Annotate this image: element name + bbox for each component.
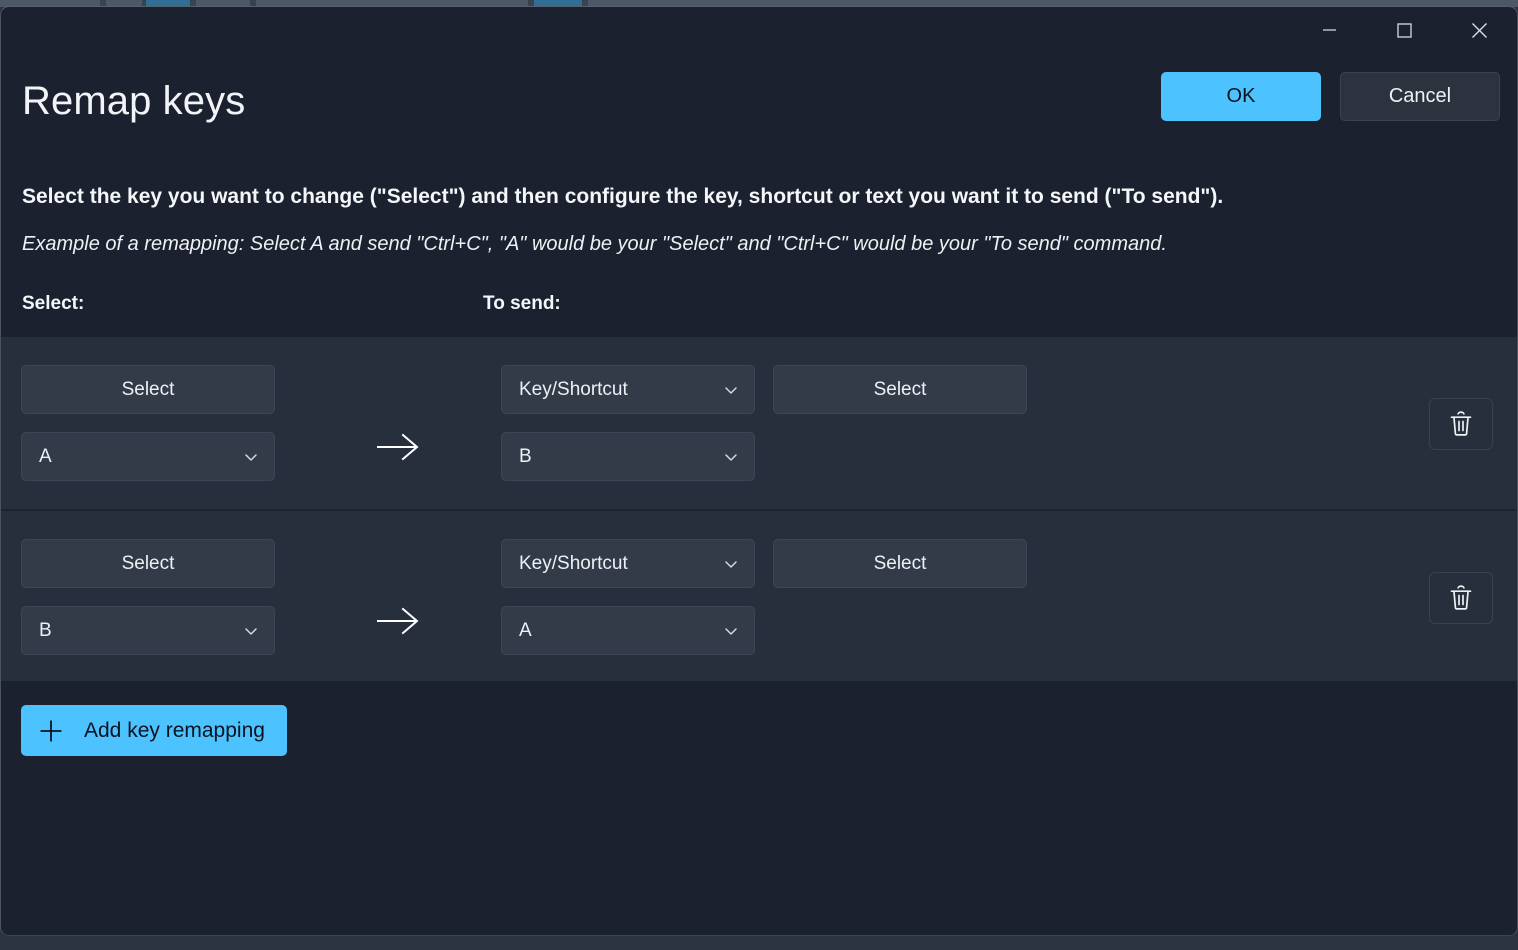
delete-remapping-button[interactable]: [1429, 572, 1493, 624]
dialog-footer: Add key remapping: [1, 682, 1517, 936]
remap-keys-dialog: Remap keys OK Cancel Select the key you …: [0, 6, 1518, 936]
table-row: Select A Key/Shortcut Select B: [1, 337, 1517, 509]
maximize-button[interactable]: [1367, 7, 1442, 53]
source-select-button[interactable]: Select: [21, 365, 275, 414]
source-key-value: B: [39, 621, 242, 640]
target-type-dropdown[interactable]: Key/Shortcut: [501, 539, 755, 588]
target-select-button[interactable]: Select: [773, 539, 1027, 588]
column-header-select: Select:: [22, 293, 84, 315]
chevron-down-icon: [722, 622, 740, 640]
arrow-right-icon: [375, 429, 421, 465]
trash-icon: [1448, 410, 1474, 438]
target-type-value: Key/Shortcut: [519, 380, 722, 399]
minimize-icon: [1322, 24, 1337, 36]
close-button[interactable]: [1442, 7, 1517, 53]
maximize-icon: [1397, 23, 1412, 38]
window-controls: [1292, 7, 1517, 53]
source-key-value: A: [39, 447, 242, 466]
column-headers: Select: To send:: [1, 293, 1517, 337]
close-icon: [1471, 22, 1488, 39]
chevron-down-icon: [242, 622, 260, 640]
ok-button[interactable]: OK: [1161, 72, 1321, 121]
arrow-right-icon: [375, 603, 421, 639]
target-type-value: Key/Shortcut: [519, 554, 722, 573]
chevron-down-icon: [722, 381, 740, 399]
header-actions: OK Cancel: [1161, 72, 1500, 121]
remap-rows-list: Select A Key/Shortcut Select B: [1, 337, 1517, 681]
target-key-value: A: [519, 621, 722, 640]
target-key-dropdown[interactable]: B: [501, 432, 755, 481]
plus-icon: [38, 718, 64, 744]
target-key-dropdown[interactable]: A: [501, 606, 755, 655]
example-text: Example of a remapping: Select A and sen…: [22, 233, 1167, 256]
cancel-button[interactable]: Cancel: [1340, 72, 1500, 121]
minimize-button[interactable]: [1292, 7, 1367, 53]
title-bar[interactable]: [1, 7, 1517, 53]
source-key-dropdown[interactable]: B: [21, 606, 275, 655]
description-text: Select the key you want to change ("Sele…: [22, 185, 1223, 209]
page-title: Remap keys: [22, 79, 245, 124]
target-key-value: B: [519, 447, 722, 466]
target-select-button[interactable]: Select: [773, 365, 1027, 414]
trash-icon: [1448, 584, 1474, 612]
delete-remapping-button[interactable]: [1429, 398, 1493, 450]
table-row: Select B Key/Shortcut Select A: [1, 509, 1517, 681]
source-key-dropdown[interactable]: A: [21, 432, 275, 481]
add-key-remapping-label: Add key remapping: [84, 719, 265, 743]
chevron-down-icon: [722, 555, 740, 573]
chevron-down-icon: [722, 448, 740, 466]
column-header-to-send: To send:: [483, 293, 561, 315]
target-type-dropdown[interactable]: Key/Shortcut: [501, 365, 755, 414]
add-key-remapping-button[interactable]: Add key remapping: [21, 705, 287, 756]
chevron-down-icon: [242, 448, 260, 466]
source-select-button[interactable]: Select: [21, 539, 275, 588]
